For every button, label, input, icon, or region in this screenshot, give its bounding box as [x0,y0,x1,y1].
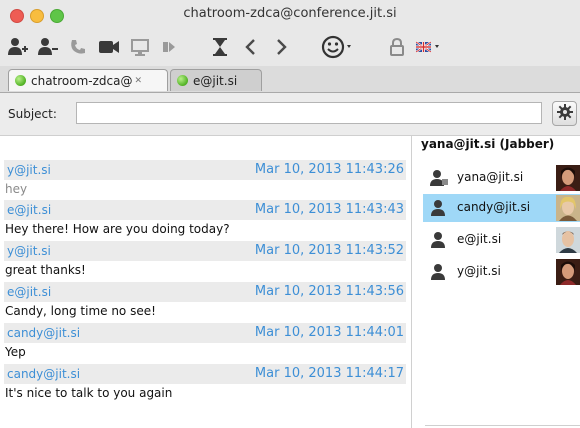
video-call-button[interactable] [96,34,122,60]
language-flag-icon [415,40,441,54]
message-timestamp: Mar 10, 2013 11:44:01 [254,325,404,340]
owner-user-icon [429,169,449,190]
message-sender: y@jit.si [7,244,51,258]
message-header: y@jit.si Mar 10, 2013 11:43:26 [4,160,406,180]
message-header: y@jit.si Mar 10, 2013 11:43:52 [4,241,406,261]
emoticon-icon [321,35,355,59]
title-bar: chatroom-zdca@conference.jit.si [0,0,580,30]
online-status-icon [177,75,188,86]
call-button[interactable] [66,34,90,60]
message-header: e@jit.si Mar 10, 2013 11:43:43 [4,200,406,220]
message-sender: candy@jit.si [7,367,81,381]
occupant-item-e[interactable]: e@jit.si [423,226,580,254]
tab-bar: chatroom-zdca@ ✕ e@jit.si [0,66,580,93]
user-icon [429,263,449,284]
message-sender: e@jit.si [7,285,52,299]
avatar [556,259,580,285]
emoticon-button[interactable] [320,34,356,60]
lock-icon [389,38,405,56]
divider [425,425,580,426]
message-text: Yep [5,345,26,359]
history-button[interactable] [208,34,232,60]
remove-contact-button[interactable] [36,34,60,60]
message-timestamp: Mar 10, 2013 11:43:43 [254,202,404,217]
back-button[interactable] [240,34,260,60]
tab-e-jit[interactable]: e@jit.si [170,69,262,91]
occupant-name: y@jit.si [457,264,501,278]
user-icon [429,231,449,252]
message-text: great thanks! [5,263,86,277]
subject-input[interactable] [76,102,542,124]
video-camera-icon [98,39,120,55]
avatar [556,195,580,221]
remove-contact-icon [37,37,59,57]
user-icon [429,199,449,220]
occupant-name: yana@jit.si [457,170,524,184]
room-settings-button[interactable] [552,101,577,126]
tab-label: e@jit.si [193,73,238,88]
message-header: candy@jit.si Mar 10, 2013 11:44:17 [4,364,406,384]
message-timestamp: Mar 10, 2013 11:43:56 [254,284,404,299]
phone-icon [69,38,87,56]
message-sender: e@jit.si [7,203,52,217]
message-text: Candy, long time no see! [5,304,156,318]
file-transfer-icon [161,39,177,55]
message-text: It's nice to talk to you again [5,386,173,400]
message-timestamp: Mar 10, 2013 11:43:26 [254,162,404,177]
close-tab-icon[interactable]: ✕ [135,76,143,86]
encryption-button[interactable] [386,34,408,60]
back-arrow-icon [244,38,256,56]
language-button[interactable] [414,34,442,60]
message-sender: candy@jit.si [7,326,81,340]
occupants-list: yana@jit.si (Jabber) yana@jit.si candy@j… [413,136,580,428]
toolbar [0,30,580,66]
add-contact-button[interactable] [6,34,30,60]
gear-icon [556,104,573,123]
roster-header: yana@jit.si (Jabber) [421,137,555,151]
message-header: candy@jit.si Mar 10, 2013 11:44:01 [4,323,406,343]
occupant-item-y[interactable]: y@jit.si [423,258,580,286]
forward-button[interactable] [272,34,292,60]
tab-label: chatroom-zdca@ [31,73,133,88]
message-header: e@jit.si Mar 10, 2013 11:43:56 [4,282,406,302]
occupant-item-yana[interactable]: yana@jit.si [423,164,580,192]
avatar [556,165,580,191]
window-title: chatroom-zdca@conference.jit.si [183,6,397,21]
message-text: hey [5,182,28,196]
chat-transcript[interactable]: y@jit.si Mar 10, 2013 11:43:26 hey e@jit… [0,136,410,428]
occupant-name: e@jit.si [457,232,502,246]
message-timestamp: Mar 10, 2013 11:43:52 [254,243,404,258]
add-contact-icon [7,37,29,57]
occupant-item-candy[interactable]: candy@jit.si [423,194,580,222]
occupant-name: candy@jit.si [457,200,531,214]
screen-share-icon [130,38,150,56]
split-pane-divider[interactable] [411,136,412,428]
file-transfer-button[interactable] [158,34,180,60]
message-sender: y@jit.si [7,163,51,177]
online-status-icon [15,75,26,86]
message-timestamp: Mar 10, 2013 11:44:17 [254,366,404,381]
tab-chatroom[interactable]: chatroom-zdca@ ✕ [8,69,168,91]
avatar [556,227,580,253]
forward-arrow-icon [276,38,288,56]
subject-bar: Subject: [0,93,580,136]
subject-label: Subject: [8,107,57,121]
hourglass-icon [212,37,228,57]
screen-share-button[interactable] [128,34,152,60]
message-text: Hey there! How are you doing today? [5,222,230,236]
